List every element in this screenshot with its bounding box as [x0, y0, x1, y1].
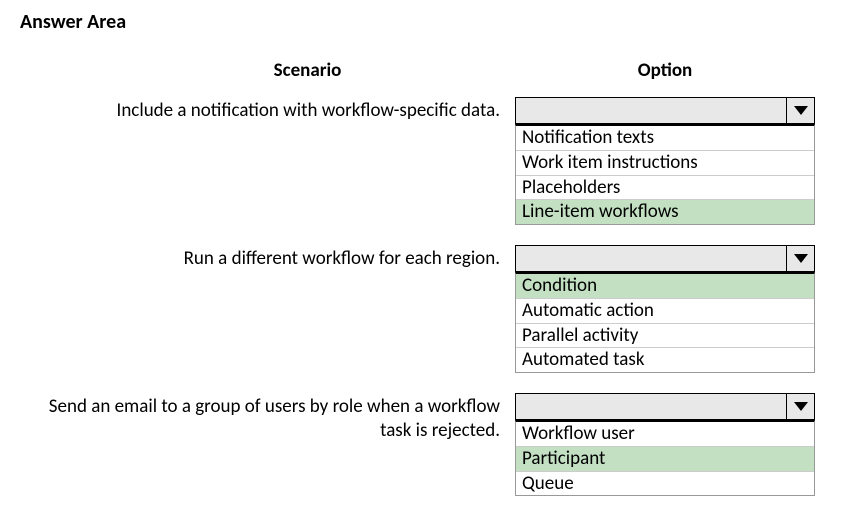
scenario-text: Run a different workflow for each region…: [20, 245, 515, 271]
dropdown-option-list: Workflow user Participant Queue: [515, 420, 815, 496]
dropdown-option[interactable]: Placeholders: [516, 176, 814, 201]
dropdown-option[interactable]: Participant: [516, 447, 814, 472]
column-headers: Scenario Option: [20, 59, 835, 82]
chevron-down-icon: [786, 394, 814, 419]
scenario-text: Send an email to a group of users by rol…: [20, 393, 515, 443]
scenario-column-header: Scenario: [20, 59, 515, 82]
dropdown-option[interactable]: Parallel activity: [516, 324, 814, 349]
scenario-row: Include a notification with workflow-spe…: [20, 97, 835, 225]
dropdown-option[interactable]: Workflow user: [516, 422, 814, 447]
option-dropdown[interactable]: [515, 97, 815, 124]
page-title: Answer Area: [20, 10, 835, 34]
scenario-row: Send an email to a group of users by rol…: [20, 393, 835, 496]
option-column: Condition Automatic action Parallel acti…: [515, 245, 815, 373]
chevron-down-icon: [786, 246, 814, 271]
dropdown-selected-value: [516, 246, 786, 271]
option-column-header: Option: [515, 59, 815, 82]
dropdown-option[interactable]: Notification texts: [516, 126, 814, 151]
option-column: Workflow user Participant Queue: [515, 393, 815, 496]
scenario-text: Include a notification with workflow-spe…: [20, 97, 515, 123]
dropdown-option[interactable]: Queue: [516, 472, 814, 496]
scenario-row: Run a different workflow for each region…: [20, 245, 835, 373]
dropdown-option[interactable]: Condition: [516, 274, 814, 299]
dropdown-option[interactable]: Work item instructions: [516, 151, 814, 176]
dropdown-option-list: Condition Automatic action Parallel acti…: [515, 272, 815, 373]
dropdown-option[interactable]: Automated task: [516, 348, 814, 372]
dropdown-option-list: Notification texts Work item instruction…: [515, 124, 815, 225]
dropdown-selected-value: [516, 98, 786, 123]
option-dropdown[interactable]: [515, 245, 815, 272]
chevron-down-icon: [786, 98, 814, 123]
dropdown-selected-value: [516, 394, 786, 419]
option-column: Notification texts Work item instruction…: [515, 97, 815, 225]
dropdown-option[interactable]: Automatic action: [516, 299, 814, 324]
option-dropdown[interactable]: [515, 393, 815, 420]
dropdown-option[interactable]: Line-item workflows: [516, 200, 814, 224]
